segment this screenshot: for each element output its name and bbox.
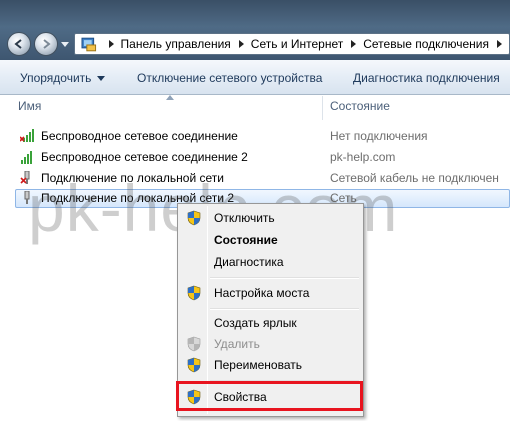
connection-state: pk-help.com (330, 150, 396, 164)
breadcrumb-separator-icon[interactable] (238, 40, 244, 48)
uac-shield-disabled-icon (187, 336, 201, 352)
menu-item-rename[interactable]: Переименовать (180, 354, 361, 376)
menu-item-diagnose[interactable]: Диагностика (180, 251, 361, 273)
forward-button[interactable] (34, 32, 58, 56)
sort-ascending-icon (166, 95, 174, 100)
diagnose-connection-button[interactable]: Диагностика подключения (353, 71, 500, 85)
control-panel-icon (81, 37, 97, 52)
menu-item-bridge[interactable]: Настройка моста (180, 282, 361, 304)
chevron-down-icon (97, 76, 106, 82)
menu-item-label: Настройка моста (214, 286, 310, 300)
menu-item-label: Отключить (214, 211, 275, 225)
connection-name: Беспроводное сетевое соединение (41, 129, 238, 143)
menu-item-disable[interactable]: Отключить (180, 207, 361, 229)
wireless-disconnected-icon (20, 129, 34, 142)
column-divider[interactable] (322, 96, 323, 120)
menu-item-create-shortcut[interactable]: Создать ярлык (180, 312, 361, 334)
menu-item-label: Переименовать (214, 358, 302, 372)
connection-name: Подключение по локальной сети (41, 171, 224, 185)
menu-item-status[interactable]: Состояние (180, 229, 361, 251)
breadcrumb-network-internet[interactable]: Сеть и Интернет (251, 37, 343, 51)
breadcrumb-control-panel[interactable]: Панель управления (121, 37, 231, 51)
wireless-icon (21, 151, 32, 164)
breadcrumb-separator-icon[interactable] (108, 40, 114, 48)
organize-label: Упорядочить (20, 71, 92, 85)
breadcrumb-separator-icon[interactable] (497, 40, 502, 48)
organize-button[interactable]: Упорядочить (20, 71, 106, 85)
menu-separator (210, 277, 359, 279)
breadcrumb-network-connections[interactable]: Сетевые подключения (363, 37, 489, 51)
menu-item-label: Удалить (214, 337, 260, 351)
list-item[interactable]: Беспроводное сетевое соединение 2 pk-hel… (0, 148, 510, 167)
list-item[interactable]: Беспроводное сетевое соединение Нет подк… (0, 127, 510, 146)
connection-state: Нет подключения (330, 129, 428, 143)
command-bar: Упорядочить Отключение сетевого устройст… (0, 60, 510, 95)
breadcrumb: Панель управления Сеть и Интернет Сетевы… (101, 37, 509, 51)
properties-highlight-frame (176, 381, 363, 411)
history-dropdown-icon[interactable] (61, 40, 69, 48)
column-header-name[interactable]: Имя (18, 99, 41, 119)
uac-shield-icon (187, 357, 201, 373)
uac-shield-icon (187, 285, 201, 301)
breadcrumb-separator-icon[interactable] (351, 40, 357, 48)
menu-item-label: Диагностика (214, 255, 284, 269)
arrow-right-icon (43, 39, 51, 49)
ethernet-unplugged-icon (20, 171, 30, 184)
menu-item-delete: Удалить (180, 333, 361, 355)
menu-separator (210, 308, 359, 310)
uac-shield-icon (187, 210, 201, 226)
address-bar[interactable]: Панель управления Сеть и Интернет Сетевы… (74, 33, 510, 55)
arrow-left-icon (14, 39, 22, 49)
list-item[interactable]: Подключение по локальной сети Сетевой ка… (0, 169, 510, 188)
connection-name: Беспроводное сетевое соединение 2 (41, 150, 248, 164)
disable-device-button[interactable]: Отключение сетевого устройства (137, 71, 322, 85)
ethernet-icon (24, 191, 30, 204)
back-button[interactable] (7, 32, 31, 56)
title-bar: Панель управления Сеть и Интернет Сетевы… (0, 0, 510, 60)
menu-item-label: Создать ярлык (214, 316, 297, 330)
connection-state: Сетевой кабель не подключен (330, 171, 499, 185)
menu-item-label: Состояние (214, 233, 278, 247)
column-header-state[interactable]: Состояние (330, 99, 390, 119)
